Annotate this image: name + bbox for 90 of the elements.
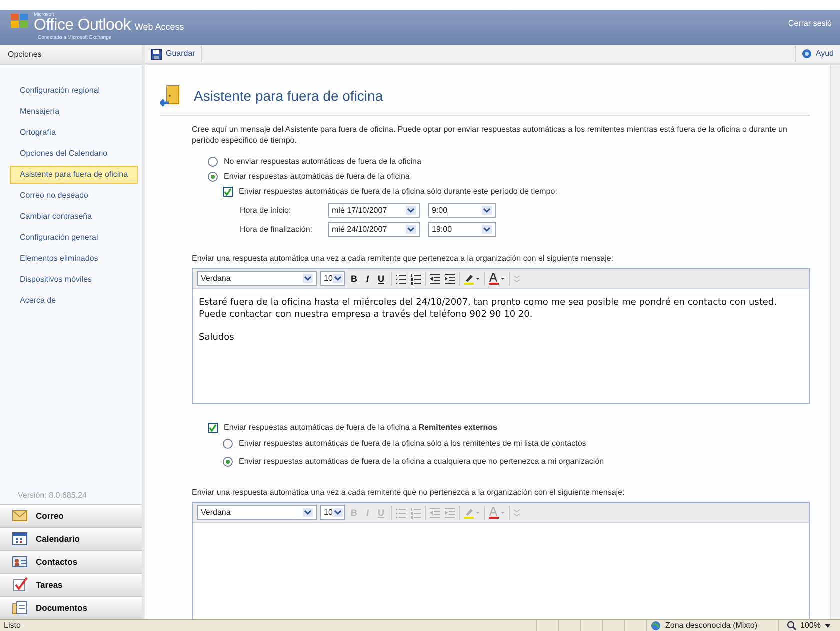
nav-label: Tareas — [36, 578, 63, 592]
help-icon — [802, 49, 812, 59]
nav-button[interactable]: Tareas — [0, 573, 142, 596]
sidebar-item[interactable]: Configuración regional — [13, 82, 141, 100]
page-title: Asistente para fuera de oficina — [194, 86, 384, 106]
sidebar-item[interactable]: Opciones del Calendario — [13, 145, 141, 163]
checkmark-icon — [12, 577, 28, 593]
radio-button[interactable] — [223, 439, 233, 449]
more-options-icon — [512, 272, 521, 284]
section-label: Enviar una respuesta automática una vez a cada remitente que pertenezca a la organización con el siguiente mensaje: — [191, 253, 615, 264]
radio-button[interactable] — [223, 457, 233, 467]
envelope-icon — [12, 508, 28, 524]
bold-button[interactable]: B — [348, 272, 360, 284]
nav-label: Documentos — [36, 602, 88, 614]
sidebar-title: Opciones — [0, 45, 142, 65]
numbered-list-icon — [410, 506, 422, 518]
contact-card-icon — [12, 554, 28, 570]
nav-button[interactable]: Documentos — [0, 596, 142, 619]
date-dropdown[interactable]: mié 24/10/2007 — [328, 222, 420, 237]
outdent-icon — [428, 272, 441, 284]
caret-icon — [303, 274, 313, 283]
checkbox[interactable] — [208, 422, 218, 432]
scrollbar[interactable] — [830, 65, 840, 619]
message-text: Saludos — [199, 332, 236, 344]
calendar-icon — [12, 531, 28, 547]
logo-icon — [10, 12, 30, 30]
help-button[interactable]: Ayud — [794, 46, 834, 62]
sidebar-item[interactable]: Dispositivos móviles — [13, 271, 141, 289]
checkbox-label: Enviar respuestas automáticas de fuera de la oficina sólo durante este período de tiempo: — [239, 186, 558, 198]
brand-title: Office Outlook — [34, 18, 131, 34]
sidebar-item[interactable]: Configuración general — [13, 229, 141, 247]
highlighter-icon — [462, 272, 481, 284]
font-color-icon — [488, 506, 506, 518]
nav-label: Calendario — [36, 532, 80, 546]
field-label: Hora de inicio: — [240, 205, 292, 216]
italic-button[interactable]: I — [364, 272, 372, 284]
time-dropdown[interactable]: 19:00 — [428, 222, 496, 237]
bullet-list-icon — [394, 506, 407, 518]
field-label: Hora de finalización: — [240, 224, 314, 235]
option-label: Enviar respuestas automáticas de fuera de la oficina sólo a los remitentes de mi lista de contactos — [239, 438, 586, 450]
documents-icon — [12, 600, 28, 616]
size-dropdown[interactable]: 10 — [320, 271, 345, 286]
numbered-list-icon — [410, 272, 422, 284]
indent-icon — [444, 506, 456, 518]
magnifier-icon — [786, 620, 797, 630]
nav-button[interactable]: Contactos — [0, 550, 142, 573]
globe-icon — [651, 620, 662, 630]
sidebar-item[interactable]: Acerca de — [13, 292, 141, 310]
sidebar-item[interactable]: Asistente para fuera de oficina — [10, 166, 138, 184]
font-dropdown[interactable]: Verdana — [197, 271, 317, 286]
option-label: No enviar respuestas automáticas de fuera de la oficina — [224, 156, 422, 168]
section-label: Enviar una respuesta automática una vez a cada remitente que no pertenezca a la organización con el siguiente mensaje: — [191, 487, 626, 498]
message-text: Estaré fuera de la oficina hasta el miércoles del 24/10/2007, tan pronto como me sea posible me pondré en contacto con usted. Puede contactar con nuestra empresa a través del teléfono 902 90 10 20. — [199, 297, 778, 321]
radio-button[interactable] — [208, 172, 218, 182]
nav-label: Contactos — [36, 556, 78, 568]
sidebar-item[interactable]: Cambiar contraseña — [13, 208, 141, 226]
option-label: Enviar respuestas automáticas de fuera de la oficina a cualquiera que no pertenezca a mi organización — [239, 456, 604, 468]
status-text: Listo — [3, 620, 21, 631]
option-label: Enviar respuestas automáticas de fuera de la oficina — [224, 170, 410, 182]
intro-text: Cree aquí un mensaje del Asistente para fuera de oficina. Puede optar por enviar respuestas automáticas a los remitentes mientras está fuera de la oficina o durante un período específico de tiempo. — [191, 124, 788, 146]
caret-icon — [332, 274, 343, 283]
highlighter-icon — [462, 506, 481, 518]
nav-button[interactable]: Correo — [0, 504, 142, 527]
sidebar-item[interactable]: Elementos eliminados — [13, 250, 141, 268]
radio-button[interactable] — [208, 156, 218, 166]
indent-icon — [444, 272, 456, 284]
font-color-icon — [488, 272, 506, 284]
nav-label: Correo — [36, 510, 64, 522]
brand-suffix: Web Access — [134, 21, 184, 34]
checkbox-label: Enviar respuestas automáticas de fuera de la oficina a Remitentes externos — [224, 422, 498, 434]
editor-area[interactable] — [192, 268, 810, 404]
sidebar-item[interactable]: Correo no deseado — [13, 187, 141, 205]
outdent-icon — [428, 506, 441, 518]
checkbox[interactable] — [223, 186, 233, 196]
zoom-control[interactable]: 100% — [778, 620, 840, 631]
sidebar-item[interactable]: Mensajería — [13, 103, 141, 121]
nav-button[interactable]: Calendario — [0, 527, 142, 550]
date-dropdown[interactable]: mié 17/10/2007 — [328, 203, 420, 218]
save-button[interactable]: Guardar — [151, 46, 202, 62]
caret-icon — [825, 622, 832, 628]
door-icon — [160, 85, 180, 107]
version-label: Versión: 8.0.685.24 — [17, 490, 88, 502]
caret-icon — [303, 508, 313, 517]
more-options-icon — [512, 506, 521, 518]
caret-icon — [332, 508, 343, 517]
time-dropdown[interactable]: 9:00 — [428, 203, 496, 218]
bullet-list-icon — [394, 272, 407, 284]
zone-label: Zona desconocida (Mixto) — [665, 620, 758, 631]
sidebar-item[interactable]: Ortografía — [13, 124, 141, 142]
underline-button[interactable]: U — [375, 272, 388, 284]
